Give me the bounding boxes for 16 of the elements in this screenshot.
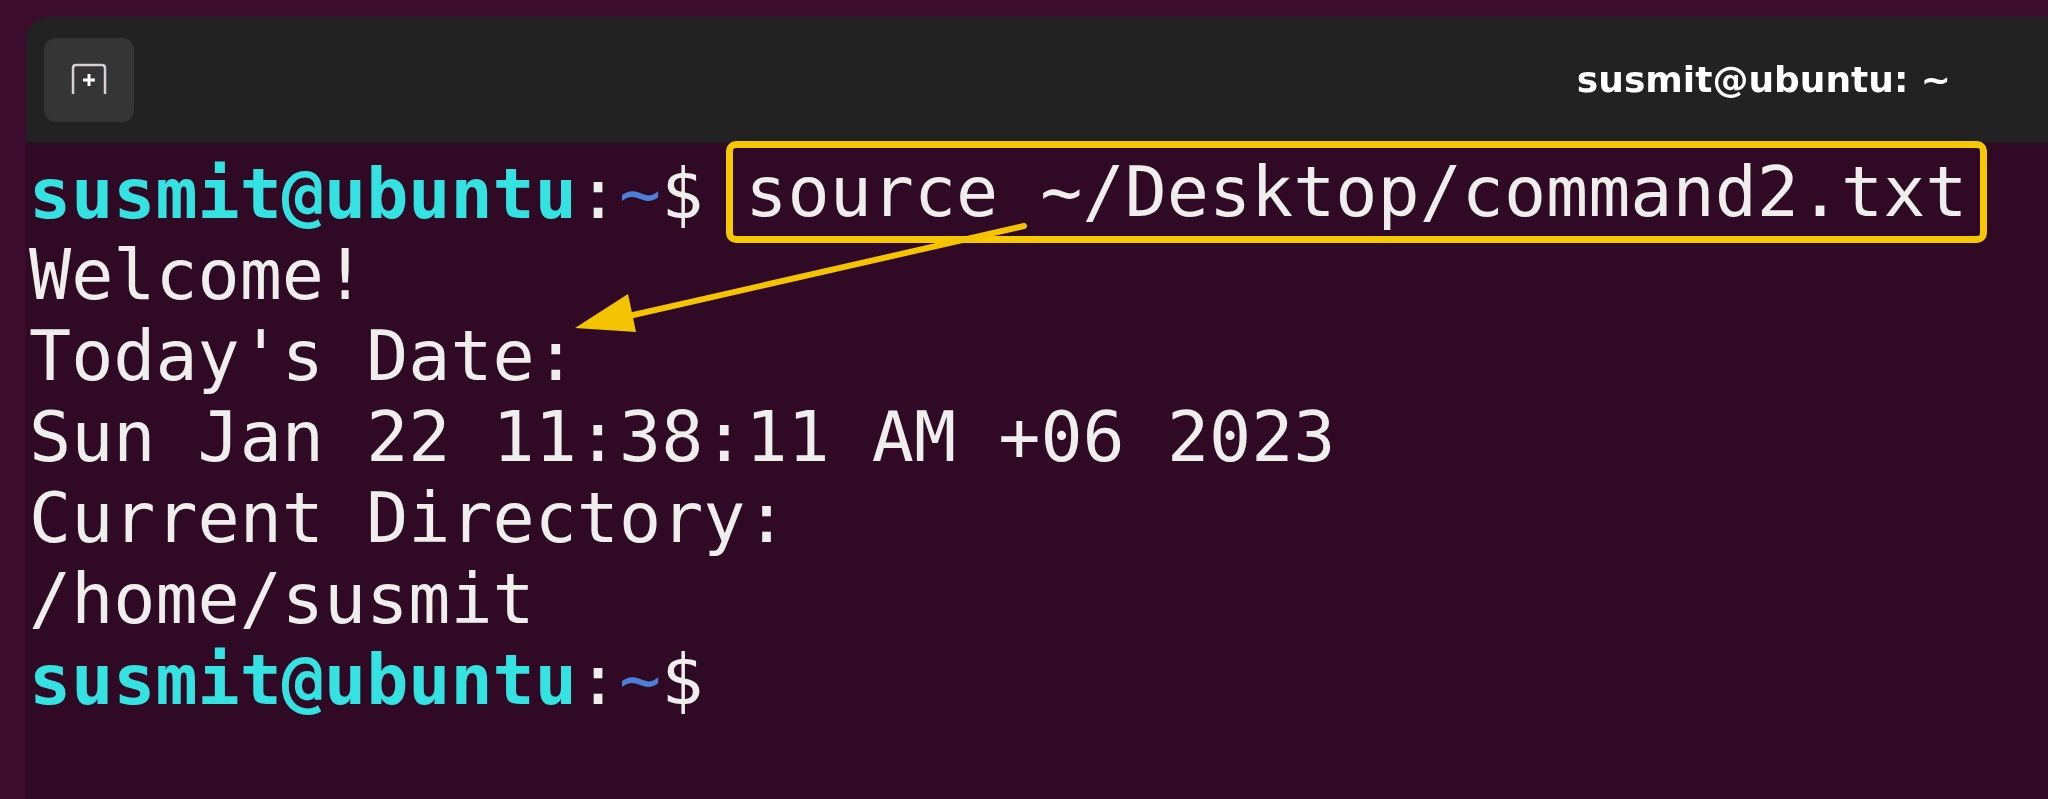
prompt-path: ~ (619, 154, 662, 235)
command-text: source ~/Desktop/command2.txt (745, 150, 1968, 233)
prompt-separator: : (576, 154, 620, 235)
output-line: Today's Date: (29, 316, 577, 397)
prompt-path: ~ (619, 640, 662, 721)
prompt-user-host: susmit@ubuntu (29, 640, 577, 721)
output-line: Current Directory: (29, 478, 788, 559)
new-tab-button[interactable] (44, 37, 134, 122)
output-line: Welcome! (29, 235, 367, 316)
window-title: susmit@ubuntu: ~ (1576, 59, 1951, 100)
output-line: Sun Jan 22 11:38:11 AM +06 2023 (29, 397, 1336, 478)
prompt-separator: : (576, 640, 620, 721)
prompt-user-host: susmit@ubuntu (29, 154, 577, 235)
output-line: /home/susmit (29, 559, 535, 640)
prompt-symbol: $ (661, 154, 704, 235)
prompt-symbol: $ (661, 640, 704, 721)
